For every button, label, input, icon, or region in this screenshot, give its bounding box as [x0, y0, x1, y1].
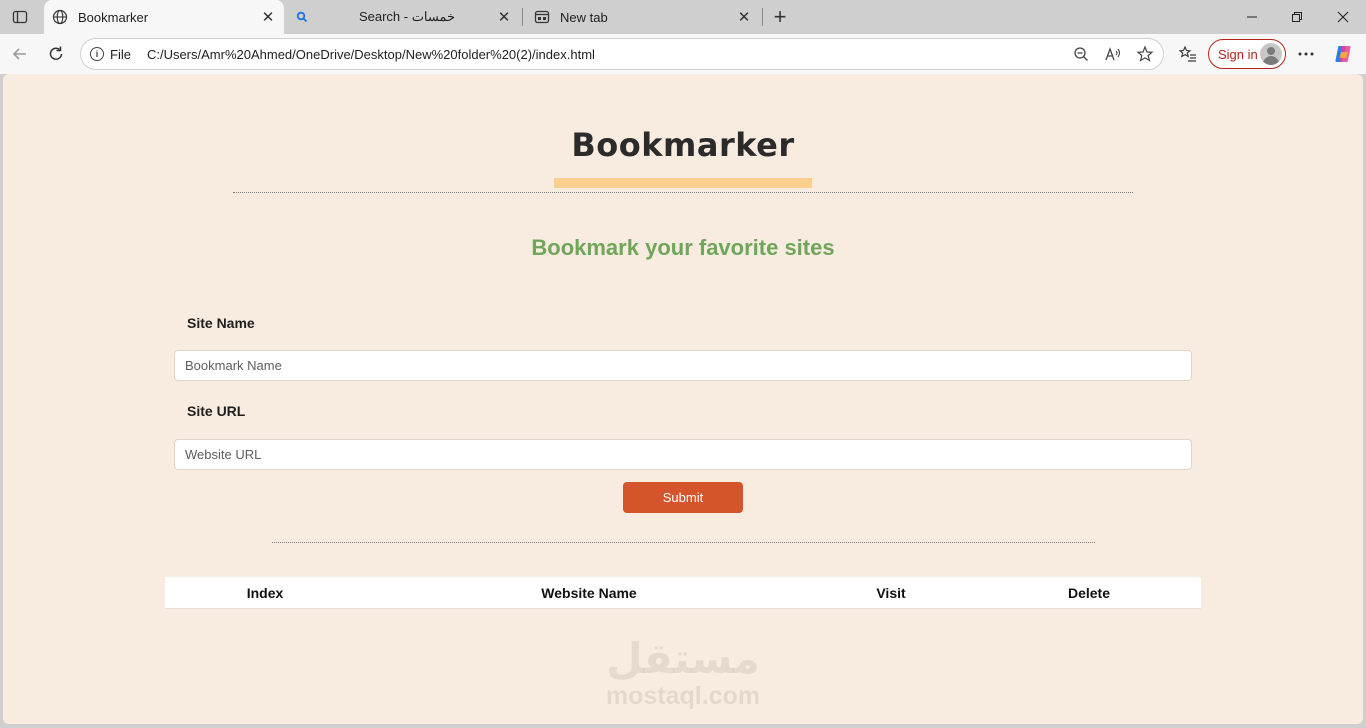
column-header-index: Index: [246, 585, 284, 601]
minimize-icon[interactable]: [1229, 0, 1275, 34]
page-viewport: Bookmarker Bookmark your favorite sites …: [3, 74, 1363, 724]
mostaql-watermark: مستقل mostaql.com: [583, 634, 783, 714]
form-divider: [272, 542, 1095, 543]
watermark-arabic: مستقل: [606, 634, 760, 683]
favorites-icon[interactable]: [1174, 40, 1202, 68]
close-icon[interactable]: ✕: [494, 7, 514, 27]
tab-separator: [522, 8, 523, 26]
tab-actions-icon[interactable]: [8, 5, 32, 29]
site-url-label: Site URL: [187, 403, 246, 419]
column-header-delete: Delete: [1067, 585, 1111, 601]
tab-strip: Bookmarker ✕ Search - خمسات ✕ New tab ✕ …: [0, 0, 1366, 34]
column-header-visit: Visit: [876, 585, 906, 601]
newtab-icon: [534, 9, 550, 25]
bookmarks-table-header: Index Website Name Visit Delete: [165, 577, 1201, 609]
browser-toolbar: i File C:/Users/Amr%20Ahmed/OneDrive/Des…: [0, 34, 1366, 74]
restore-icon[interactable]: [1274, 0, 1320, 34]
tab-separator: [762, 8, 763, 26]
watermark-latin: mostaql.com: [605, 682, 761, 710]
address-url[interactable]: C:/Users/Amr%20Ahmed/OneDrive/Desktop/Ne…: [147, 47, 1067, 62]
site-url-input[interactable]: [174, 439, 1192, 470]
avatar-icon: [1260, 43, 1282, 65]
scheme-label: File: [110, 46, 131, 62]
title-underline: [554, 178, 812, 188]
tab-new-tab[interactable]: New tab ✕: [526, 0, 760, 34]
close-icon[interactable]: ✕: [734, 7, 754, 27]
address-bar[interactable]: i File C:/Users/Amr%20Ahmed/OneDrive/Des…: [80, 38, 1164, 70]
read-aloud-icon[interactable]: [1099, 40, 1127, 68]
zoom-out-icon[interactable]: [1067, 40, 1095, 68]
new-tab-button[interactable]: +: [768, 4, 792, 29]
more-menu-icon[interactable]: [1292, 40, 1320, 68]
page-title: Bookmarker: [571, 126, 795, 164]
close-icon[interactable]: ✕: [258, 7, 278, 27]
column-header-website-name: Website Name: [541, 585, 637, 601]
site-name-input[interactable]: [174, 350, 1192, 381]
sign-in-button[interactable]: Sign in: [1208, 39, 1286, 69]
site-info-icon[interactable]: i: [90, 47, 104, 61]
tab-title: Bookmarker: [78, 9, 149, 25]
tab-bookmarker[interactable]: Bookmarker ✕: [44, 0, 284, 34]
sign-in-label: Sign in: [1218, 46, 1258, 62]
copilot-icon[interactable]: [1330, 40, 1358, 68]
site-name-label: Site Name: [187, 315, 255, 331]
favorite-star-icon[interactable]: [1131, 40, 1159, 68]
search-icon: [294, 9, 310, 25]
back-button[interactable]: [6, 40, 34, 68]
close-window-icon[interactable]: [1320, 0, 1366, 34]
tab-search[interactable]: Search - خمسات ✕: [286, 0, 520, 34]
refresh-button[interactable]: [42, 40, 70, 68]
tab-title: Search - خمسات: [358, 9, 456, 24]
tab-title: New tab: [560, 9, 608, 25]
submit-button[interactable]: Submit: [623, 482, 743, 513]
globe-icon: [52, 9, 68, 25]
header-divider: [233, 192, 1133, 193]
page-subtitle: Bookmark your favorite sites: [531, 235, 835, 260]
